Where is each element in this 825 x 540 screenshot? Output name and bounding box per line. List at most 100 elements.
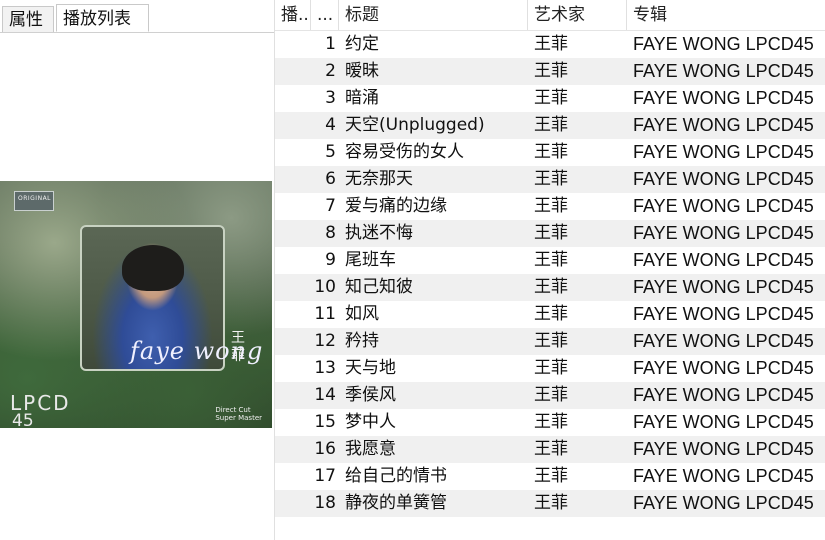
table-row[interactable]: 6 无奈那天 王菲 FAYE WONG LPCD45 [275,166,825,193]
track-title: 季侯风 [345,385,396,405]
track-album: FAYE WONG LPCD45 [633,385,814,405]
track-artist: 王菲 [534,493,568,513]
track-number: 6 [325,169,336,189]
track-title: 暗涌 [345,88,379,108]
track-title: 静夜的单簧管 [345,493,447,513]
cover-number: 45 [12,411,34,428]
table-row[interactable]: 1 约定 王菲 FAYE WONG LPCD45 [275,31,825,58]
table-row[interactable]: 9 尾班车 王菲 FAYE WONG LPCD45 [275,247,825,274]
track-album: FAYE WONG LPCD45 [633,115,814,135]
track-artist: 王菲 [534,34,568,54]
column-header-album[interactable]: 专辑 [627,0,825,30]
table-row[interactable]: 11 如风 王菲 FAYE WONG LPCD45 [275,301,825,328]
track-album: FAYE WONG LPCD45 [633,412,814,432]
track-number: 5 [325,142,336,162]
track-artist: 王菲 [534,142,568,162]
track-title: 矜持 [345,331,379,351]
column-header-play-order[interactable]: 播... [275,0,311,30]
track-title: 爱与痛的边缘 [345,196,447,216]
table-row[interactable]: 8 执迷不悔 王菲 FAYE WONG LPCD45 [275,220,825,247]
track-artist: 王菲 [534,196,568,216]
track-album: FAYE WONG LPCD45 [633,61,814,81]
playlist-table: 播... ... 标题 艺术家 专辑 1 约定 王菲 FAYE WONG LPCD45… [274,0,825,540]
track-album: FAYE WONG LPCD45 [633,169,814,189]
left-panel: 属性 播放列表 ORIGINAL faye wong 王菲 LPCD 45 Di… [0,0,274,540]
cover-photo-figure [122,245,184,291]
table-row[interactable]: 13 天与地 王菲 FAYE WONG LPCD45 [275,355,825,382]
track-title: 天空(Unplugged) [345,115,485,135]
column-header-artist[interactable]: 艺术家 [528,0,627,30]
track-title: 如风 [345,304,379,324]
track-album: FAYE WONG LPCD45 [633,88,814,108]
table-row[interactable]: 14 季侯风 王菲 FAYE WONG LPCD45 [275,382,825,409]
table-row[interactable]: 16 我愿意 王菲 FAYE WONG LPCD45 [275,436,825,463]
column-header-number[interactable]: ... [311,0,339,30]
track-album: FAYE WONG LPCD45 [633,34,814,54]
track-artist: 王菲 [534,277,568,297]
track-number: 9 [325,250,336,270]
track-artist: 王菲 [534,358,568,378]
tab-properties[interactable]: 属性 [2,6,54,32]
track-artist: 王菲 [534,250,568,270]
track-artist: 王菲 [534,115,568,135]
table-row[interactable]: 5 容易受伤的女人 王菲 FAYE WONG LPCD45 [275,139,825,166]
track-album: FAYE WONG LPCD45 [633,358,814,378]
track-artist: 王菲 [534,466,568,486]
track-number: 10 [314,277,336,297]
track-album: FAYE WONG LPCD45 [633,466,814,486]
track-artist: 王菲 [534,169,568,189]
table-row[interactable]: 15 梦中人 王菲 FAYE WONG LPCD45 [275,409,825,436]
track-title: 容易受伤的女人 [345,142,464,162]
track-artist: 王菲 [534,304,568,324]
track-title: 尾班车 [345,250,396,270]
table-row[interactable]: 10 知己知彼 王菲 FAYE WONG LPCD45 [275,274,825,301]
track-number: 11 [314,304,336,324]
track-number: 18 [314,493,336,513]
track-title: 给自己的情书 [345,466,447,486]
tab-playlist[interactable]: 播放列表 [56,4,149,32]
track-artist: 王菲 [534,61,568,81]
track-title: 梦中人 [345,412,396,432]
track-title: 天与地 [345,358,396,378]
track-artist: 王菲 [534,331,568,351]
track-number: 15 [314,412,336,432]
table-row[interactable]: 3 暗涌 王菲 FAYE WONG LPCD45 [275,85,825,112]
track-title: 约定 [345,34,379,54]
table-row[interactable]: 18 静夜的单簧管 王菲 FAYE WONG LPCD45 [275,490,825,517]
track-number: 14 [314,385,336,405]
playlist-header: 播... ... 标题 艺术家 专辑 [275,0,825,31]
table-row[interactable]: 4 天空(Unplugged) 王菲 FAYE WONG LPCD45 [275,112,825,139]
table-row[interactable]: 2 暧昧 王菲 FAYE WONG LPCD45 [275,58,825,85]
track-number: 12 [314,331,336,351]
track-number: 7 [325,196,336,216]
track-number: 13 [314,358,336,378]
track-album: FAYE WONG LPCD45 [633,439,814,459]
track-album: FAYE WONG LPCD45 [633,223,814,243]
table-row[interactable]: 12 矜持 王菲 FAYE WONG LPCD45 [275,328,825,355]
track-album: FAYE WONG LPCD45 [633,304,814,324]
playlist-rows: 1 约定 王菲 FAYE WONG LPCD45 2 暧昧 王菲 FAYE WONG LPCD… [275,31,825,517]
track-title: 无奈那天 [345,169,413,189]
cover-direct-cut: Direct Cut Super Master [215,406,262,422]
track-artist: 王菲 [534,223,568,243]
track-number: 3 [325,88,336,108]
track-title: 执迷不悔 [345,223,413,243]
track-number: 17 [314,466,336,486]
album-cover: ORIGINAL faye wong 王菲 LPCD 45 Direct Cut… [0,181,272,428]
column-header-title[interactable]: 标题 [339,0,528,30]
track-album: FAYE WONG LPCD45 [633,142,814,162]
track-number: 4 [325,115,336,135]
table-row[interactable]: 7 爱与痛的边缘 王菲 FAYE WONG LPCD45 [275,193,825,220]
label-logo-text: ORIGINAL [18,195,52,202]
track-number: 2 [325,61,336,81]
track-title: 暧昧 [345,61,379,81]
track-number: 16 [314,439,336,459]
track-title: 我愿意 [345,439,396,459]
track-album: FAYE WONG LPCD45 [633,331,814,351]
table-row[interactable]: 17 给自己的情书 王菲 FAYE WONG LPCD45 [275,463,825,490]
track-title: 知己知彼 [345,277,413,297]
panel-tabs: 属性 播放列表 [0,0,274,33]
track-album: FAYE WONG LPCD45 [633,196,814,216]
track-number: 8 [325,223,336,243]
track-album: FAYE WONG LPCD45 [633,493,814,513]
